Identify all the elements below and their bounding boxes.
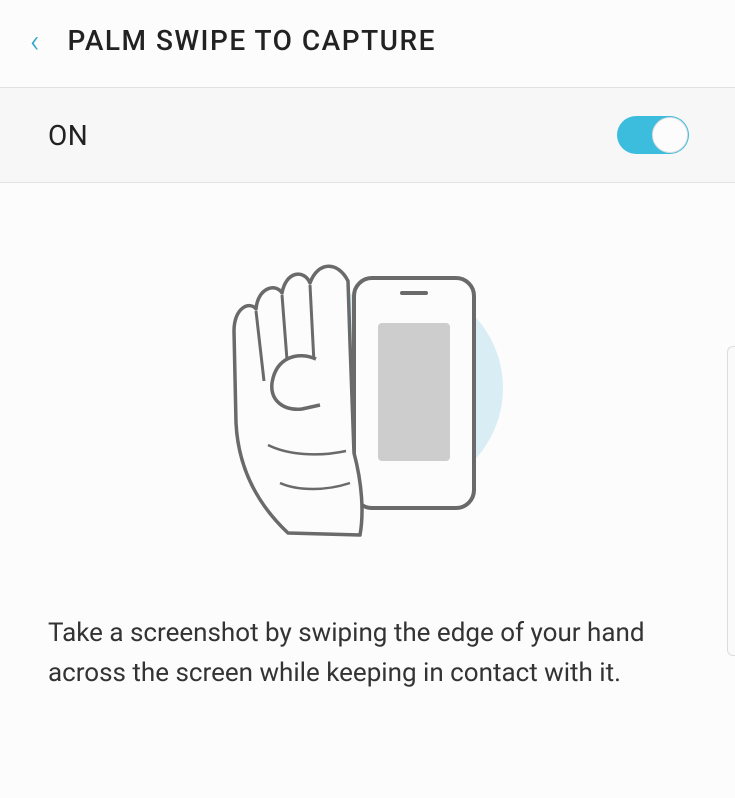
toggle-row: ON (0, 87, 735, 183)
toggle-knob (652, 117, 688, 153)
page-title: PALM SWIPE TO CAPTURE (68, 24, 436, 57)
illustration-area (0, 183, 735, 603)
toggle-status-label: ON (48, 119, 88, 152)
back-icon[interactable]: ‹ (30, 25, 40, 57)
header-bar: ‹ PALM SWIPE TO CAPTURE (0, 0, 735, 87)
palm-swipe-illustration-icon (198, 233, 538, 573)
toggle-switch[interactable] (617, 116, 689, 154)
feature-description: Take a screenshot by swiping the edge of… (0, 603, 735, 694)
scroll-indicator[interactable] (727, 346, 735, 656)
